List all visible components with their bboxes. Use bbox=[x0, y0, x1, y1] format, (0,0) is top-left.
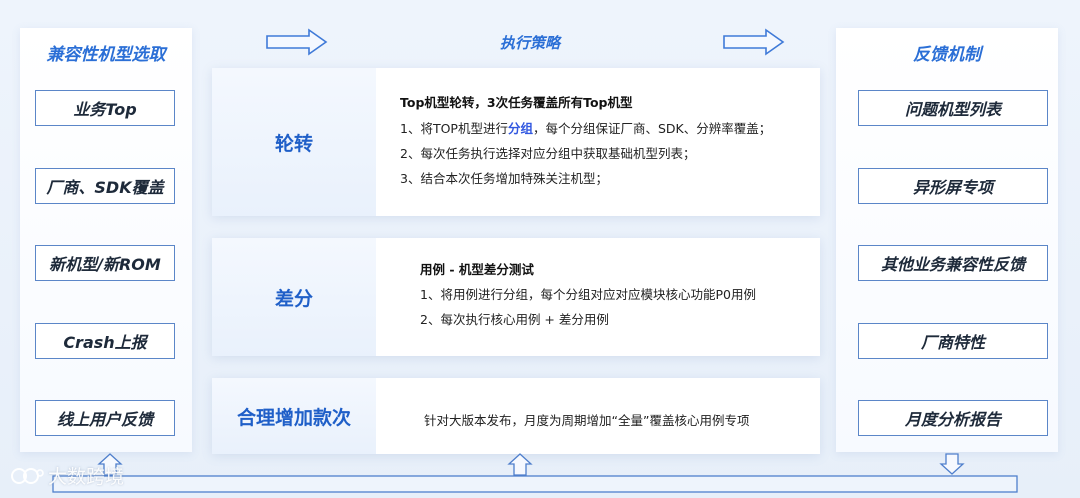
selection-item-business-top: 业务Top bbox=[35, 90, 175, 126]
feedback-item-problem-devices: 问题机型列表 bbox=[858, 90, 1048, 126]
strategy-label-increase-runs: 合理增加款次 bbox=[212, 378, 376, 454]
strategy-step: 2、每次执行核心用例 + 差分用例 bbox=[420, 312, 609, 327]
brand-logo-icon bbox=[11, 467, 44, 484]
left-column: 兼容性机型选取 业务Top 厂商、SDK覆盖 新机型/新ROM Crash上报 … bbox=[20, 28, 192, 452]
selection-item-vendor-sdk: 厂商、SDK覆盖 bbox=[35, 168, 175, 204]
right-column-title: 反馈机制 bbox=[913, 45, 981, 65]
strategy-body-rotation: Top机型轮转，3次任务覆盖所有Top机型 1、将TOP机型进行分组，每个分组保… bbox=[400, 68, 810, 216]
selection-item-new-device-rom: 新机型/新ROM bbox=[35, 245, 175, 281]
strategy-heading: 用例 - 机型差分测试 bbox=[420, 262, 534, 277]
left-column-title: 兼容性机型选取 bbox=[46, 45, 166, 65]
center-title: 执行策略 bbox=[499, 34, 560, 52]
strategy-label-diff: 差分 bbox=[212, 238, 376, 356]
feedback-item-vendor-features: 厂商特性 bbox=[858, 323, 1048, 359]
strategy-card-diff: 差分 用例 - 机型差分测试 1、将用例进行分组，每个分组对应对应模块核心功能P… bbox=[212, 238, 820, 356]
strategy-body-diff: 用例 - 机型差分测试 1、将用例进行分组，每个分组对应对应模块核心功能P0用例… bbox=[420, 238, 810, 356]
right-column: 反馈机制 问题机型列表 异形屏专项 其他业务兼容性反馈 厂商特性 月度分析报告 bbox=[836, 28, 1058, 452]
strategy-step: 2、每次任务执行选择对应分组中获取基础机型列表； bbox=[400, 146, 696, 161]
strategy-body-increase-runs: 针对大版本发布，月度为周期增加“全量”覆盖核心用例专项 bbox=[424, 378, 810, 454]
strategy-step: 1、将用例进行分组，每个分组对应对应模块核心功能P0用例 bbox=[420, 287, 756, 302]
watermark: 大数跨境 bbox=[10, 462, 124, 489]
selection-item-user-feedback: 线上用户反馈 bbox=[35, 400, 175, 436]
strategy-step: 3、结合本次任务增加特殊关注机型； bbox=[400, 171, 608, 186]
strategy-card-increase-runs: 合理增加款次 针对大版本发布，月度为周期增加“全量”覆盖核心用例专项 bbox=[212, 378, 820, 454]
strategy-heading: Top机型轮转，3次任务覆盖所有Top机型 bbox=[400, 95, 633, 110]
right-arrow-icon bbox=[266, 28, 328, 56]
feedback-item-other-business: 其他业务兼容性反馈 bbox=[858, 245, 1048, 281]
right-arrow-icon bbox=[723, 28, 785, 56]
strategy-step: 1、将TOP机型进行分组，每个分组保证厂商、SDK、分辨率覆盖； bbox=[400, 121, 772, 136]
feedback-item-notch-screen: 异形屏专项 bbox=[858, 168, 1048, 204]
highlight-keyword: 分组 bbox=[507, 121, 533, 136]
strategy-label-rotation: 轮转 bbox=[212, 68, 376, 216]
feedback-loop-connector bbox=[52, 453, 1018, 493]
watermark-text: 大数跨境 bbox=[48, 466, 125, 488]
strategy-card-rotation: 轮转 Top机型轮转，3次任务覆盖所有Top机型 1、将TOP机型进行分组，每个… bbox=[212, 68, 820, 216]
selection-item-crash-report: Crash上报 bbox=[35, 323, 175, 359]
feedback-item-monthly-report: 月度分析报告 bbox=[858, 400, 1048, 436]
strategy-text: 针对大版本发布，月度为周期增加“全量”覆盖核心用例专项 bbox=[424, 413, 750, 428]
